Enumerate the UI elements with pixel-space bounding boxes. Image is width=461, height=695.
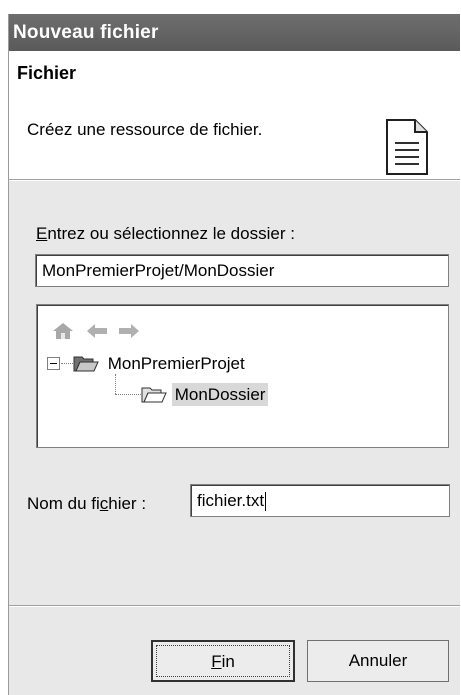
window-title: Nouveau fichier — [9, 14, 460, 51]
focus-ring — [156, 645, 290, 677]
filename-label-mnemonic: c — [99, 494, 109, 513]
collapse-toggle[interactable] — [47, 357, 60, 370]
tree-connector — [115, 374, 116, 394]
open-folder-icon — [141, 387, 167, 403]
new-file-dialog: Nouveau fichier Fichier Créez une ressou… — [8, 14, 460, 695]
tree-node-label-selected: MonDossier — [171, 383, 269, 406]
tree-node-label: MonPremierProjet — [107, 354, 245, 373]
wizard-banner: Fichier Créez une ressource de fichier. — [9, 51, 460, 179]
cancel-button[interactable]: Annuler — [307, 640, 449, 682]
filename-input[interactable]: fichier.txt — [190, 484, 450, 517]
folder-label-text: ntrez ou sélectionnez le dossier : — [47, 224, 295, 243]
tree-connector — [115, 394, 141, 395]
filename-value: fichier.txt — [197, 491, 265, 510]
tree-node-folder[interactable]: MonDossier — [141, 383, 269, 406]
banner-separator — [9, 179, 460, 181]
folder-label-mnemonic: E — [36, 224, 48, 243]
folder-path-input[interactable] — [35, 254, 449, 287]
button-bar-separator — [9, 605, 460, 607]
folder-label: Entrez ou sélectionnez le dossier : — [36, 224, 295, 244]
tree-node-project[interactable]: MonPremierProjet — [73, 353, 245, 374]
tree-connector — [61, 363, 73, 364]
banner-title: Fichier — [17, 63, 77, 83]
home-icon[interactable] — [51, 321, 75, 341]
text-caret — [265, 492, 267, 512]
filename-label: Nom du fichier : — [27, 494, 147, 513]
document-icon — [386, 119, 428, 175]
banner-description: Créez une ressource de fichier. — [27, 120, 263, 139]
open-folder-icon — [73, 356, 99, 372]
finish-button[interactable]: Fin — [151, 640, 295, 682]
forward-arrow-icon[interactable] — [117, 321, 141, 341]
back-arrow-icon[interactable] — [85, 321, 109, 341]
folder-tree[interactable]: MonPremierProjet MonDossier — [36, 304, 449, 448]
